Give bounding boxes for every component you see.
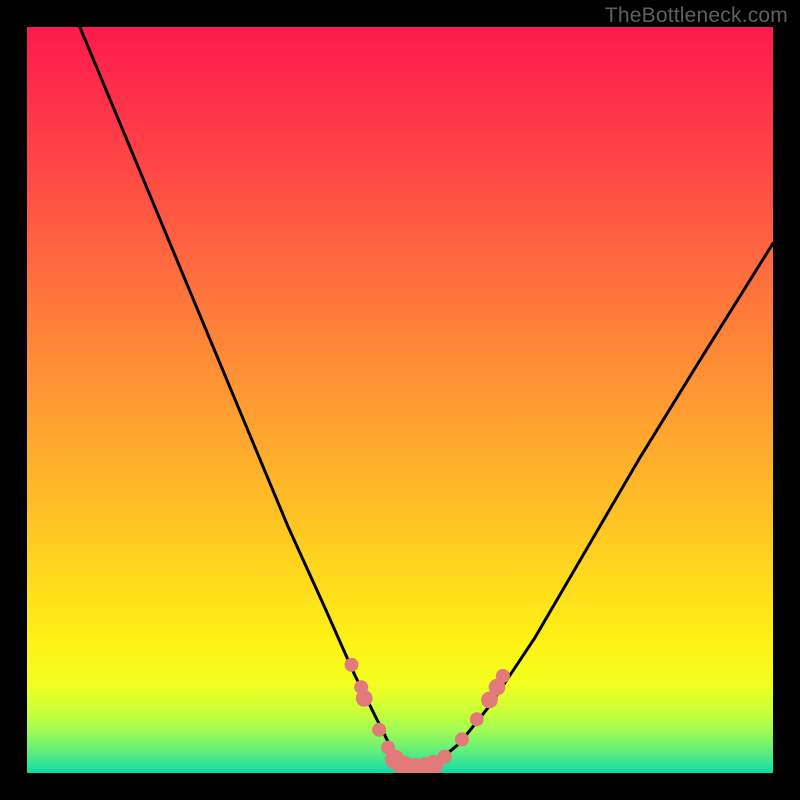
curve-marker <box>438 750 452 764</box>
curve-marker <box>470 712 484 726</box>
plot-area <box>27 27 773 773</box>
curve-marker <box>455 732 469 746</box>
curve-marker <box>345 658 359 672</box>
attribution-label: TheBottleneck.com <box>605 4 788 28</box>
bottleneck-curve <box>27 27 773 769</box>
curve-layer <box>27 27 773 773</box>
curve-markers <box>345 658 510 773</box>
curve-marker <box>356 690 373 707</box>
curve-marker <box>496 669 510 683</box>
curve-marker <box>372 723 386 737</box>
